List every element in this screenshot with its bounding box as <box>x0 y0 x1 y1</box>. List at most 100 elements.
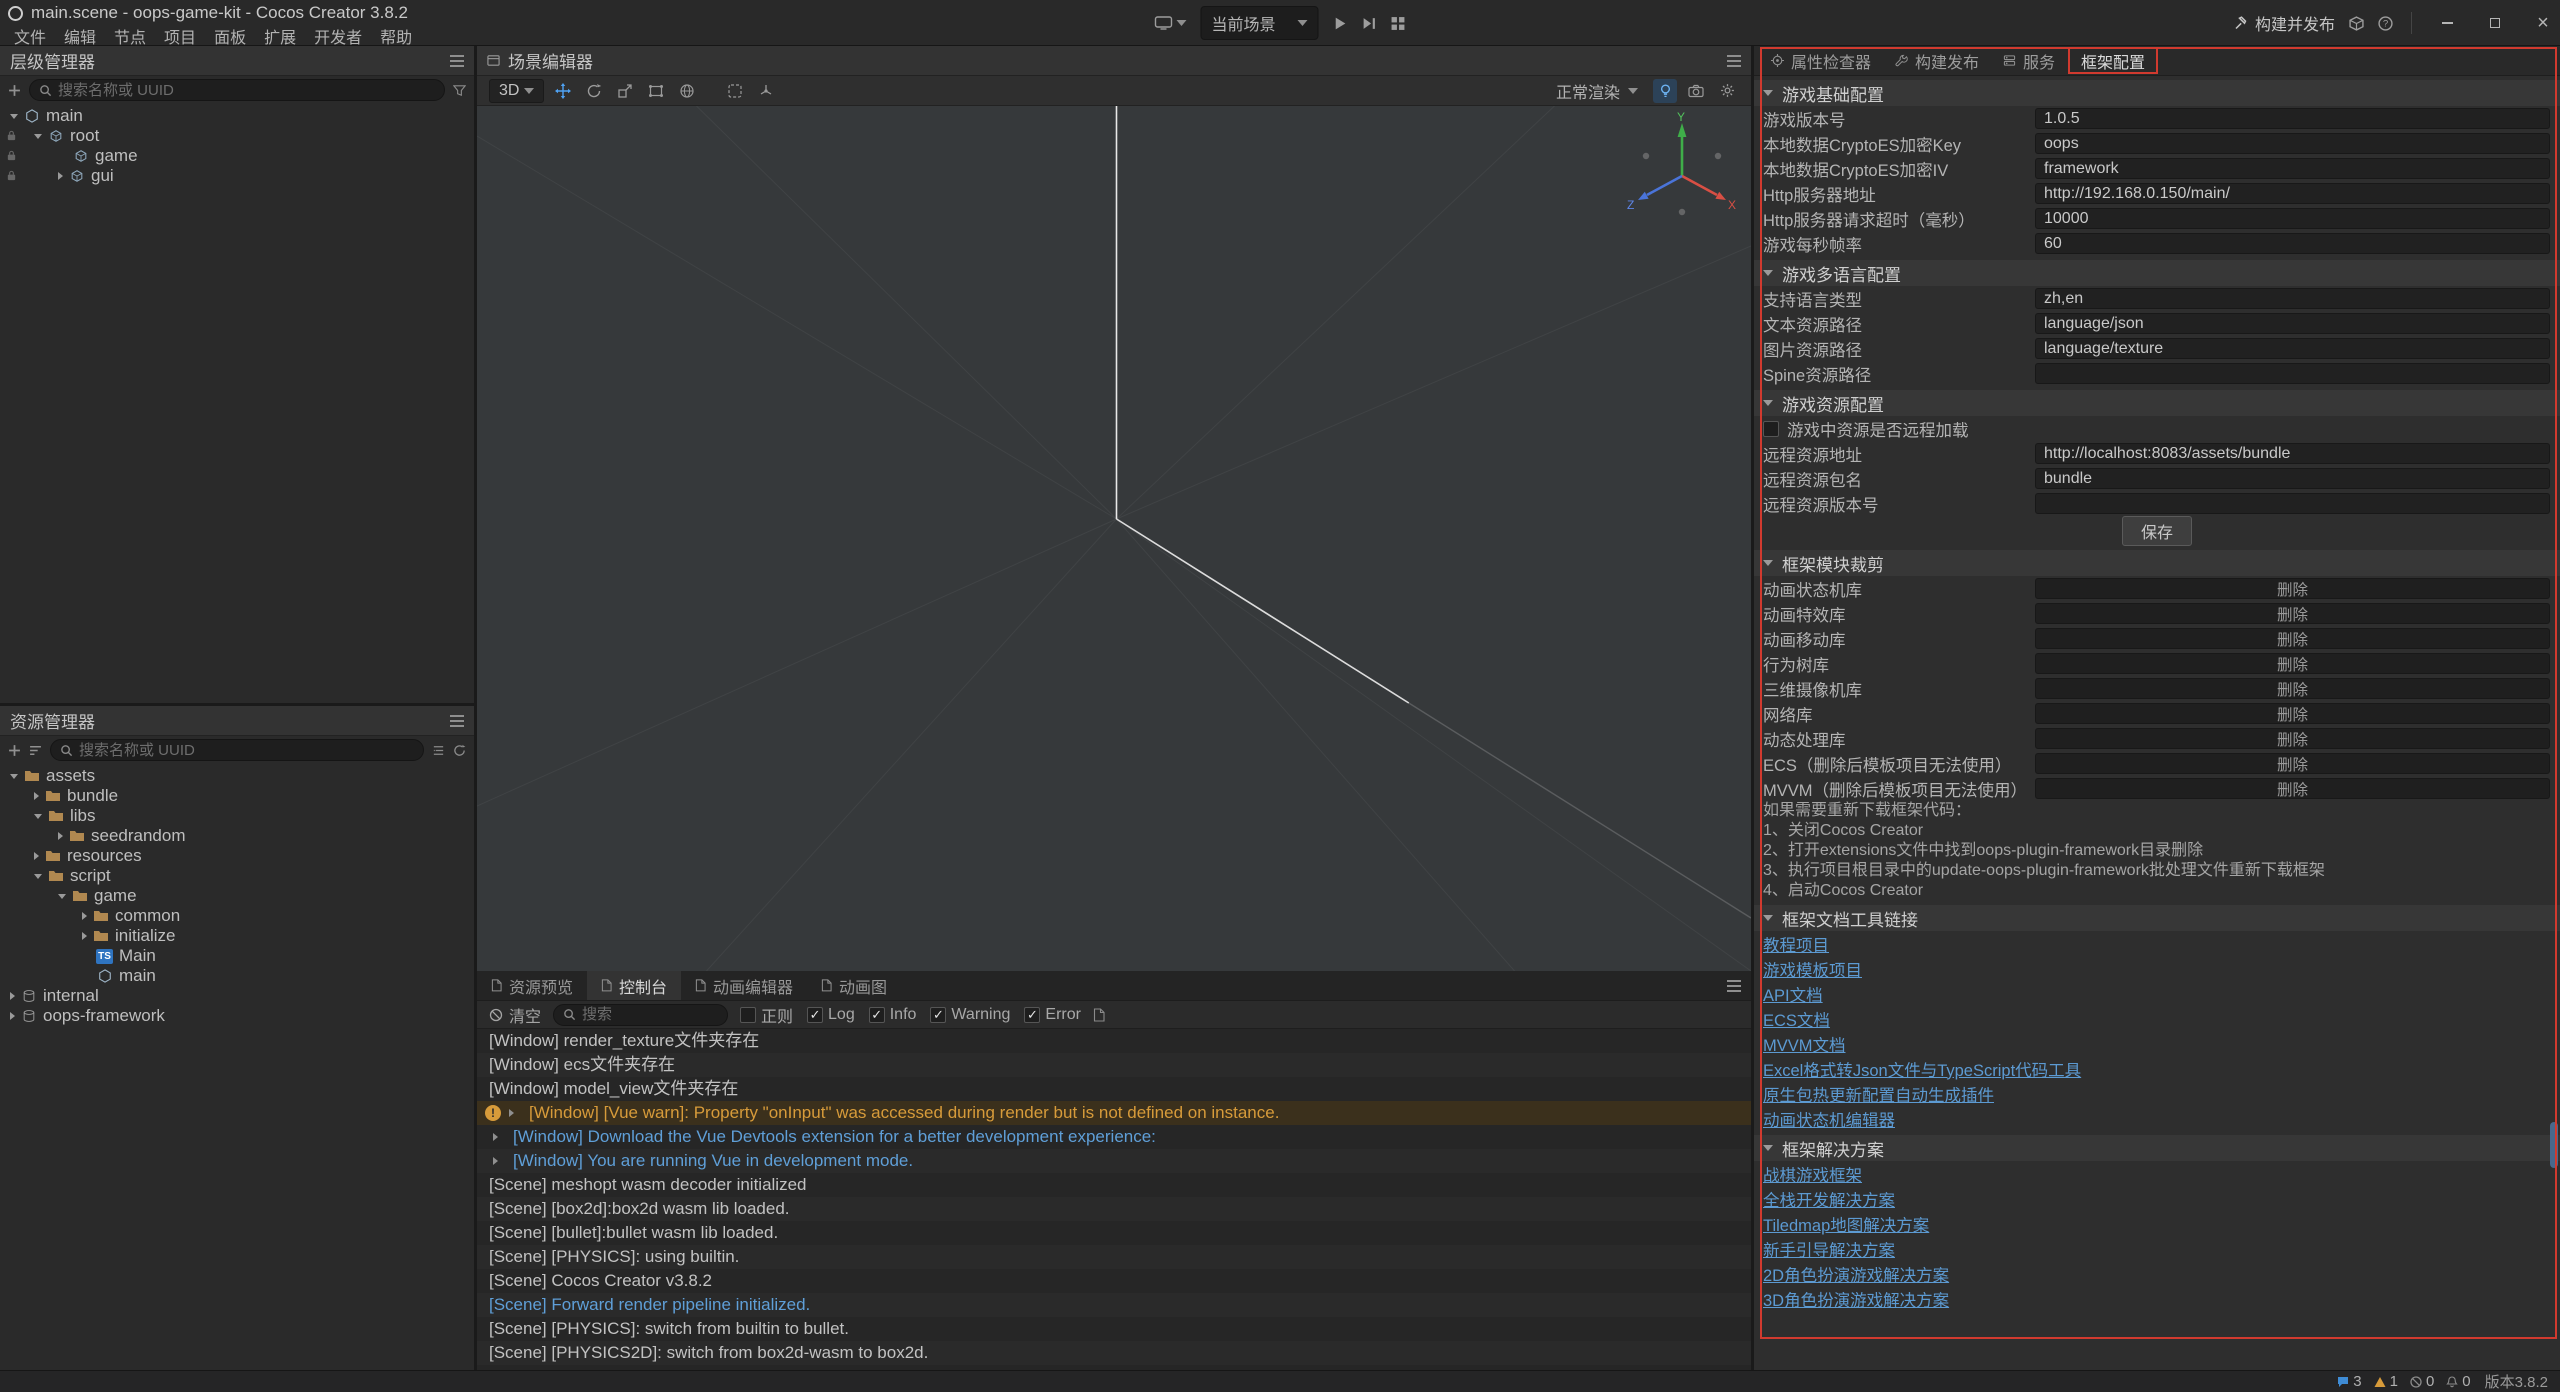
menu-item-1[interactable]: 编辑 <box>64 24 96 48</box>
scene-viewport[interactable]: Y X Z <box>477 106 1751 971</box>
tree-expand-arrow[interactable] <box>34 852 39 860</box>
delete-button[interactable]: 删除 <box>2035 653 2550 674</box>
expand-arrow-icon[interactable] <box>509 1109 514 1117</box>
rect-tool-icon[interactable] <box>644 79 668 103</box>
log-row-12[interactable]: [Scene] [PHYSICS]: switch from builtin t… <box>477 1317 1751 1341</box>
lock-icon[interactable] <box>6 130 17 141</box>
text-input[interactable]: oops <box>2035 133 2550 154</box>
world-space-icon[interactable] <box>675 79 699 103</box>
filter-list-icon[interactable] <box>432 744 445 757</box>
expand-arrow-icon[interactable] <box>493 1157 498 1165</box>
checkbox-icon[interactable] <box>1763 421 1779 437</box>
link-5-2[interactable]: Tiledmap地图解决方案 <box>1763 1212 1929 1236</box>
console-tab-asset-preview[interactable]: 资源预览 <box>477 971 587 1000</box>
link-5-3[interactable]: 新手引导解决方案 <box>1763 1237 1895 1261</box>
hierarchy-search-box[interactable] <box>29 79 445 101</box>
tree-expand-arrow[interactable] <box>58 832 63 840</box>
text-input[interactable] <box>2035 363 2550 384</box>
asset-item-assets[interactable]: assets <box>0 766 474 786</box>
log-row-13[interactable]: [Scene] [PHYSICS2D]: switch from box2d-w… <box>477 1341 1751 1365</box>
link-4-1[interactable]: 游戏模板项目 <box>1763 957 1862 981</box>
text-input[interactable]: 60 <box>2035 233 2550 254</box>
rotate-tool-icon[interactable] <box>582 79 606 103</box>
panel-menu-icon[interactable] <box>450 715 464 727</box>
link-4-7[interactable]: 动画状态机编辑器 <box>1763 1107 1895 1131</box>
log-row-9[interactable]: [Scene] [PHYSICS]: using builtin. <box>477 1245 1751 1269</box>
text-input[interactable] <box>2035 493 2550 514</box>
filter-log[interactable]: ✓Log <box>807 1006 855 1024</box>
text-input[interactable]: 10000 <box>2035 208 2550 229</box>
checkbox-icon[interactable]: ✓ <box>807 1007 823 1023</box>
asset-item-script[interactable]: script <box>0 866 474 886</box>
delete-button[interactable]: 删除 <box>2035 778 2550 799</box>
clear-console-button[interactable]: 清空 <box>489 1003 541 1027</box>
asset-item-main[interactable]: main <box>0 966 474 986</box>
log-file-icon[interactable] <box>1093 1008 1105 1022</box>
text-input[interactable]: language/json <box>2035 313 2550 334</box>
log-row-0[interactable]: [Window] render_texture文件夹存在 <box>477 1029 1751 1053</box>
expand-arrow-icon[interactable] <box>493 1133 498 1141</box>
asset-item-oops-framework[interactable]: oops-framework <box>0 1006 474 1026</box>
hierarchy-search-input[interactable] <box>58 82 435 99</box>
tree-expand-arrow[interactable] <box>10 774 18 779</box>
minimize-button[interactable] <box>2430 0 2464 46</box>
close-button[interactable]: × <box>2526 0 2560 46</box>
link-4-5[interactable]: Excel格式转Json文件与TypeScript代码工具 <box>1763 1057 2081 1081</box>
log-row-7[interactable]: [Scene] [box2d]:box2d wasm lib loaded. <box>477 1197 1751 1221</box>
orientation-gizmo[interactable]: Y X Z <box>1622 110 1742 230</box>
tab-build-publish[interactable]: 构建发布 <box>1884 46 1990 76</box>
panel-menu-icon[interactable] <box>1727 980 1741 992</box>
tree-expand-arrow[interactable] <box>34 792 39 800</box>
status-count-errors[interactable]: 0 <box>2410 1373 2434 1390</box>
help-icon[interactable]: ? <box>2378 16 2393 31</box>
status-count-messages[interactable]: 3 <box>2337 1373 2361 1390</box>
text-input[interactable]: bundle <box>2035 468 2550 489</box>
add-asset-button[interactable] <box>8 744 21 757</box>
panel-menu-icon[interactable] <box>1727 55 1741 67</box>
filter-error[interactable]: ✓Error <box>1024 1006 1081 1024</box>
asset-item-resources[interactable]: resources <box>0 846 474 866</box>
log-row-5[interactable]: [Window] You are running Vue in developm… <box>477 1149 1751 1173</box>
snap-settings-icon[interactable] <box>723 79 747 103</box>
link-4-6[interactable]: 原生包热更新配置自动生成插件 <box>1763 1082 1994 1106</box>
log-row-3[interactable]: ![Window] [Vue warn]: Property "onInput"… <box>477 1101 1751 1125</box>
section-header-0[interactable]: 游戏基础配置 <box>1754 80 2560 106</box>
checkbox-icon[interactable]: ✓ <box>869 1007 885 1023</box>
asset-item-Main[interactable]: TSMain <box>0 946 474 966</box>
delete-button[interactable]: 删除 <box>2035 578 2550 599</box>
move-tool-icon[interactable] <box>551 79 575 103</box>
refresh-icon[interactable] <box>453 744 466 757</box>
status-count-warnings[interactable]: 1 <box>2374 1373 2398 1390</box>
log-row-10[interactable]: [Scene] Cocos Creator v3.8.2 <box>477 1269 1751 1293</box>
console-search-input[interactable] <box>582 1006 718 1023</box>
text-input[interactable]: http://192.168.0.150/main/ <box>2035 183 2550 204</box>
text-input[interactable]: framework <box>2035 158 2550 179</box>
section-header-3[interactable]: 框架模块裁剪 <box>1754 550 2560 576</box>
preview-target-button[interactable] <box>1154 16 1186 30</box>
checkbox-icon[interactable] <box>740 1007 756 1023</box>
filter-regex[interactable]: 正则 <box>740 1003 793 1027</box>
link-4-3[interactable]: ECS文档 <box>1763 1007 1830 1031</box>
tab-framework-config[interactable]: 框架配置 <box>2068 47 2158 74</box>
menu-item-0[interactable]: 文件 <box>14 24 46 48</box>
delete-button[interactable]: 删除 <box>2035 628 2550 649</box>
link-5-1[interactable]: 全栈开发解决方案 <box>1763 1187 1895 1211</box>
menu-item-6[interactable]: 开发者 <box>314 24 362 48</box>
log-row-8[interactable]: [Scene] [bullet]:bullet wasm lib loaded. <box>477 1221 1751 1245</box>
tree-expand-arrow[interactable] <box>34 874 42 879</box>
assets-search-box[interactable] <box>50 739 424 761</box>
tree-expand-arrow[interactable] <box>10 114 18 119</box>
tree-expand-arrow[interactable] <box>34 134 42 139</box>
log-row-1[interactable]: [Window] ecs文件夹存在 <box>477 1053 1751 1077</box>
checkbox-icon[interactable]: ✓ <box>1024 1007 1040 1023</box>
tree-expand-arrow[interactable] <box>58 894 66 899</box>
render-mode-dropdown[interactable]: 正常渲染 <box>1548 77 1646 105</box>
tab-service[interactable]: 服务 <box>1992 46 2066 76</box>
gear-icon[interactable] <box>1715 79 1739 103</box>
panel-menu-icon[interactable] <box>450 55 464 67</box>
inspector-scrollbar[interactable] <box>2550 1122 2558 1168</box>
tree-expand-arrow[interactable] <box>10 1012 15 1020</box>
gizmo-settings-icon[interactable] <box>754 79 778 103</box>
link-4-0[interactable]: 教程项目 <box>1763 932 1829 956</box>
delete-button[interactable]: 删除 <box>2035 703 2550 724</box>
